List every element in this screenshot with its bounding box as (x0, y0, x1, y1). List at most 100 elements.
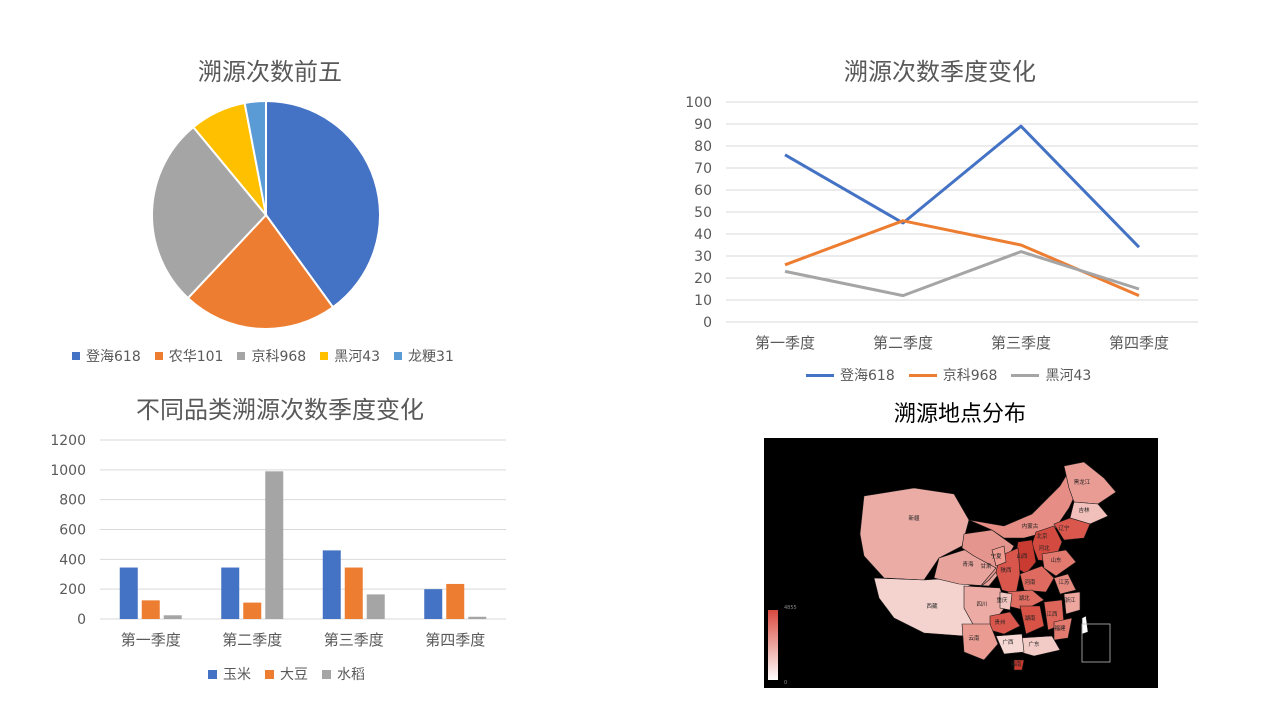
bar-水稻-第三季度 (366, 594, 385, 619)
line-chart-title: 溯源次数季度变化 (844, 58, 1036, 86)
y-tick-label: 1000 (50, 463, 86, 479)
series-line-黑河43 (784, 250, 1140, 298)
bar-chart-panel: 不同品类溯源次数季度变化 0 200 400 600 800 1000 1200 第一季度 第二… (40, 380, 540, 700)
map-panel: 溯源地点分布 4855 0 新疆 西藏 青海 甘肃 内蒙古 黑龙江 吉林 辽宁 … (760, 392, 1160, 692)
y-tick-label: 20 (694, 271, 712, 287)
bar-水稻-第二季度 (265, 471, 284, 619)
legend-item-水稻: 水稻 (322, 664, 365, 684)
province-label: 西藏 (926, 602, 938, 610)
province-label: 浙江 (1064, 596, 1076, 604)
province-label: 甘肃 (980, 562, 992, 570)
legend-swatch (908, 373, 937, 377)
province-taiwan (1081, 615, 1089, 635)
province-label: 江苏 (1058, 578, 1070, 586)
province-label: 陕西 (1000, 566, 1012, 574)
y-tick-label: 0 (77, 612, 86, 628)
province-label: 四川 (976, 601, 987, 608)
legend-item-登海618: 登海618 (806, 365, 895, 385)
line-chart: 0 10 20 30 40 50 60 70 80 90 100 第一季度 第二季度 第三季度 第四季度 (685, 95, 1198, 352)
y-tick-label: 30 (694, 249, 712, 265)
province-label: 内蒙古 (1022, 522, 1039, 530)
bar-大豆-第三季度 (344, 567, 363, 619)
bar-玉米-第三季度 (322, 550, 341, 619)
y-tick-label: 0 (703, 315, 712, 331)
pie-chart (151, 99, 381, 330)
province-label: 新疆 (908, 514, 920, 522)
province-label: 贵州 (994, 618, 1005, 626)
bar-水稻-第四季度 (468, 616, 487, 619)
x-tick-label: 第二季度 (873, 334, 933, 352)
province-label: 云南 (968, 634, 980, 642)
legend-swatch (320, 352, 329, 360)
x-tick-label: 第三季度 (991, 334, 1051, 352)
legend-label: 京科968 (942, 368, 998, 384)
y-tick-label: 10 (694, 293, 712, 309)
legend-item-登海618: 登海618 (72, 346, 141, 366)
legend-label: 龙粳31 (408, 349, 454, 365)
y-tick-label: 70 (694, 161, 712, 177)
province-label: 湖北 (1018, 594, 1030, 602)
legend-item-京科968: 京科968 (908, 365, 998, 385)
x-tick-label: 第一季度 (121, 631, 181, 649)
y-tick-label: 1200 (50, 433, 86, 449)
province-label: 山东 (1050, 556, 1062, 564)
province-label: 辽宁 (1058, 524, 1070, 532)
x-tick-label: 第三季度 (324, 631, 384, 649)
y-tick-label: 90 (694, 117, 712, 133)
province-label: 湖南 (1024, 614, 1036, 622)
y-tick-label: 800 (59, 493, 86, 509)
bar-chart-legend: 玉米 大豆 水稻 (208, 664, 365, 684)
province-label: 河北 (1038, 544, 1050, 552)
pie-chart-panel: 溯源次数前五 登海618 农华101 京科968 黑河43 龙粳31 (60, 40, 480, 380)
y-tick-label: 80 (694, 139, 712, 155)
province-guangdong (1019, 635, 1061, 657)
china-heat-map: 4855 0 新疆西藏 青海 甘肃 内蒙古 黑龙江吉林辽宁北京河北山西陕西 宁夏河南 山东江… (764, 438, 1158, 688)
province-label: 宁夏 (990, 552, 1002, 560)
legend-item-黑河43: 黑河43 (320, 346, 380, 366)
legend-swatch (237, 352, 246, 360)
legend-item-京科968: 京科968 (237, 346, 306, 366)
province-label: 青海 (962, 560, 974, 568)
legend-label: 京科968 (251, 349, 307, 365)
province-label: 广东 (1028, 640, 1040, 648)
province-label: 河南 (1024, 578, 1036, 586)
map-title: 溯源地点分布 (893, 402, 1026, 427)
legend-swatch (72, 352, 80, 360)
pie-chart-legend: 登海618 农华101 京科968 黑河43 龙粳31 (72, 346, 454, 366)
bar-chart-title: 不同品类溯源次数季度变化 (136, 396, 424, 424)
x-tick-label: 第四季度 (1109, 334, 1169, 352)
province-label: 海南 (1010, 660, 1022, 668)
x-tick-label: 第四季度 (425, 631, 485, 649)
bar-大豆-第四季度 (446, 583, 465, 619)
bar-大豆-第二季度 (243, 602, 262, 619)
legend-item-玉米: 玉米 (208, 664, 251, 684)
y-tick-label: 40 (694, 227, 712, 243)
legend-swatch (208, 669, 217, 679)
y-tick-label: 50 (694, 205, 712, 221)
scale-max-label: 4855 (784, 605, 797, 611)
legend-label: 黑河43 (1045, 368, 1092, 384)
legend-label: 农华101 (168, 349, 224, 365)
legend-swatch (806, 373, 834, 377)
y-tick-label: 600 (59, 523, 86, 539)
province-label: 北京 (1036, 532, 1048, 540)
legend-item-大豆: 大豆 (265, 664, 308, 684)
bar-玉米-第四季度 (424, 589, 443, 619)
province-label: 黑龙江 (1074, 478, 1091, 486)
bar-大豆-第一季度 (141, 600, 160, 619)
province-label: 福建 (1054, 624, 1066, 632)
bar-玉米-第一季度 (119, 567, 138, 619)
legend-swatch (394, 352, 403, 360)
y-tick-label: 200 (59, 582, 86, 598)
series-line-登海618 (784, 124, 1141, 249)
province-label: 江西 (1046, 611, 1058, 618)
province-label: 山西 (1016, 552, 1028, 560)
legend-label: 水稻 (337, 667, 365, 683)
legend-item-农华101: 农华101 (154, 346, 224, 366)
series-line-京科968 (784, 219, 1140, 297)
province-label: 重庆 (996, 596, 1008, 604)
y-tick-label: 100 (685, 95, 712, 111)
y-tick-label: 400 (59, 552, 86, 568)
legend-swatch (265, 669, 274, 679)
line-chart-panel: 溯源次数季度变化 0 10 20 30 40 50 60 70 80 90 100 第一季度 第二季度 第… (680, 40, 1220, 390)
